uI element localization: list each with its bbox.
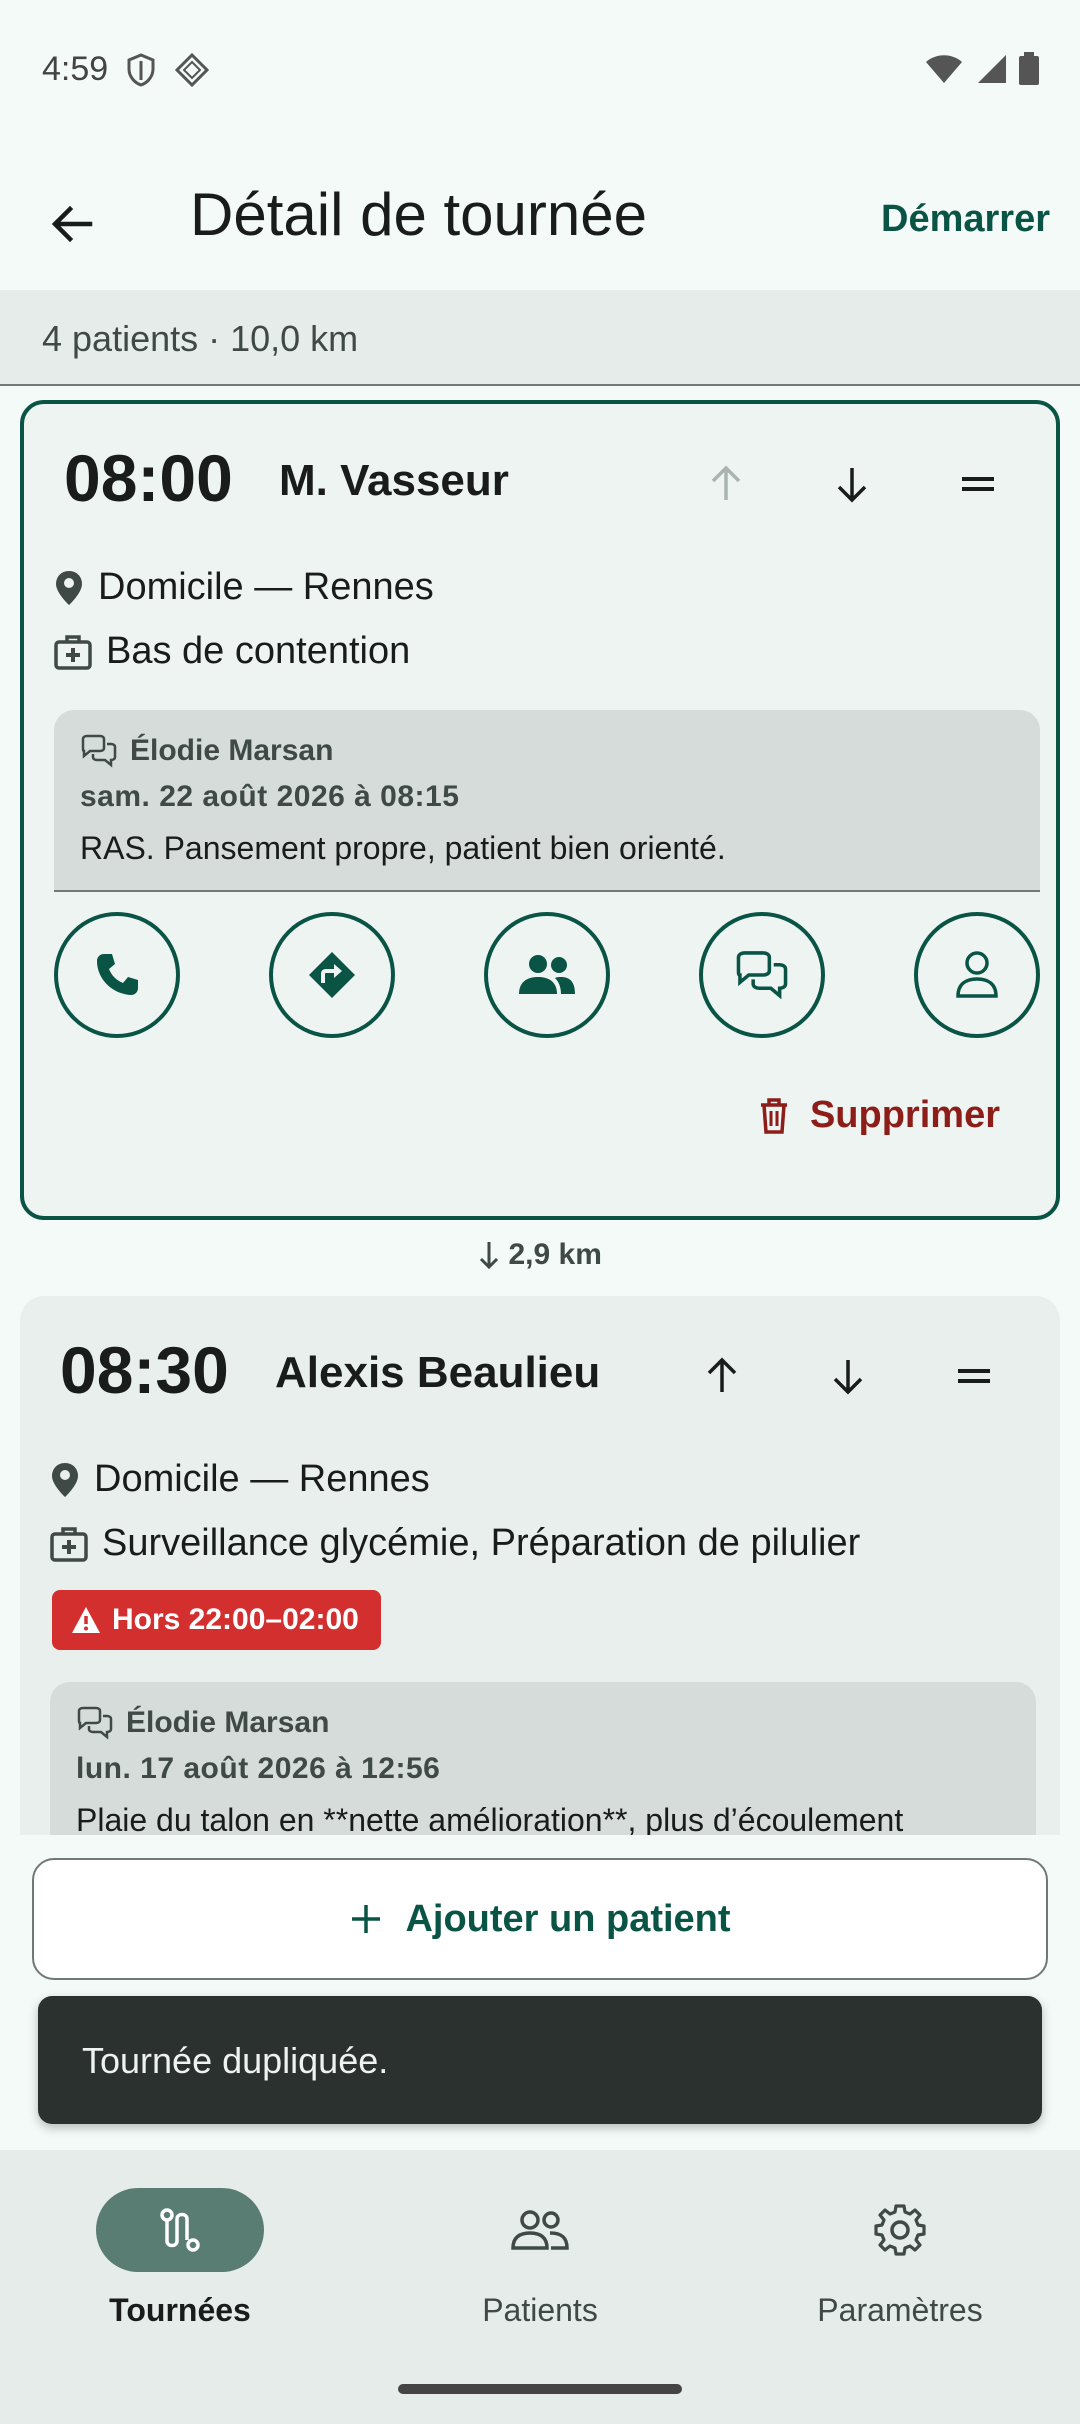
- drag-handle-icon: [958, 1369, 990, 1383]
- notes-button[interactable]: [699, 912, 825, 1038]
- note-date: sam. 22 août 2026 à 08:15: [80, 780, 460, 813]
- last-note: Élodie Marsan sam. 22 août 2026 à 08:15 …: [54, 710, 1040, 892]
- call-button[interactable]: [54, 912, 180, 1038]
- medical-bag-icon: [50, 1526, 88, 1562]
- person-icon: [956, 951, 998, 998]
- time-window-warning-badge: Hors 22:00–02:00: [52, 1590, 381, 1650]
- arrow-back-icon: [51, 205, 93, 243]
- patient-name: M. Vasseur: [279, 456, 509, 505]
- patient-name: Alexis Beaulieu: [275, 1348, 601, 1397]
- nav-item-parametres[interactable]: Paramètres: [720, 2188, 1080, 2348]
- warning-icon: [72, 1607, 100, 1633]
- visit-card[interactable]: 08:00 M. Vasseur Domicile — Rennes Bas d…: [20, 400, 1060, 1220]
- move-down-button[interactable]: [812, 444, 892, 524]
- move-down-button[interactable]: [808, 1336, 888, 1416]
- app-bar: Détail de tournée Démarrer: [0, 160, 1080, 290]
- diamond-icon: [174, 52, 210, 93]
- plus-icon: [352, 1905, 381, 1933]
- directions-button[interactable]: [269, 912, 395, 1038]
- page-title: Détail de tournée: [190, 181, 647, 248]
- visit-location: Domicile — Rennes: [54, 566, 434, 609]
- tour-summary: 4 patients · 10,0 km: [42, 318, 359, 359]
- arrow-up-icon: [711, 465, 741, 500]
- back-button[interactable]: [36, 188, 108, 260]
- arrow-down-icon: [480, 1242, 499, 1270]
- family-contacts-button[interactable]: [484, 912, 610, 1038]
- action-row: [54, 912, 1040, 1042]
- last-note: Élodie Marsan lun. 17 août 2026 à 12:56 …: [50, 1682, 1036, 1835]
- note-author: Élodie Marsan: [130, 734, 334, 767]
- location-pin-icon: [52, 1462, 78, 1497]
- chat-bubbles-icon: [736, 951, 788, 1000]
- drag-handle[interactable]: [938, 444, 1018, 524]
- summary-bar: 4 patients · 10,0 km: [0, 290, 1080, 386]
- nav-label: Paramètres: [817, 2292, 983, 2328]
- visit-card[interactable]: 08:30 Alexis Beaulieu Domicile — Rennes …: [20, 1296, 1060, 1835]
- distance-text: 2,9 km: [508, 1238, 602, 1271]
- chat-bubbles-icon: [81, 734, 117, 768]
- move-up-button[interactable]: [682, 1336, 762, 1416]
- note-text: Plaie du talon en **nette amélioration**…: [76, 1802, 904, 1835]
- chat-bubbles-icon: [77, 1706, 113, 1740]
- nav-label: Tournées: [109, 2292, 251, 2328]
- nav-item-tournees[interactable]: Tournées: [0, 2188, 360, 2348]
- visit-care: Surveillance glycémie, Préparation de pi…: [50, 1522, 860, 1565]
- arrow-up-icon: [707, 1357, 737, 1392]
- arrow-down-icon: [833, 1360, 863, 1395]
- distance-indicator: 2,9 km: [0, 1238, 1080, 1272]
- move-up-button[interactable]: [686, 444, 766, 524]
- delete-button[interactable]: Supprimer: [758, 1094, 1000, 1137]
- group-icon: [511, 2210, 569, 2250]
- route-icon: [160, 2208, 200, 2252]
- snackbar-message: Tournée dupliquée.: [82, 2040, 389, 2081]
- wifi-icon: [924, 53, 964, 90]
- signal-icon: [974, 53, 1008, 90]
- nav-label: Patients: [482, 2292, 598, 2328]
- location-text: Domicile — Rennes: [98, 566, 434, 608]
- phone-icon: [97, 954, 138, 995]
- visit-time: 08:00: [64, 441, 233, 515]
- drag-handle-icon: [962, 477, 994, 491]
- group-icon: [519, 955, 575, 994]
- delete-label: Supprimer: [809, 1094, 1000, 1136]
- care-text: Bas de contention: [106, 630, 411, 672]
- warning-text: Hors 22:00–02:00: [112, 1603, 359, 1636]
- add-patient-button[interactable]: Ajouter un patient: [32, 1858, 1048, 1980]
- battery-icon: [1018, 52, 1040, 91]
- location-pin-icon: [56, 570, 82, 605]
- medical-bag-icon: [54, 634, 92, 670]
- directions-icon: [309, 952, 355, 998]
- snackbar: Tournée dupliquée.: [38, 1996, 1042, 2124]
- add-patient-label: Ajouter un patient: [405, 1897, 731, 1940]
- note-date: lun. 17 août 2026 à 12:56: [76, 1752, 441, 1785]
- status-time: 4:59: [42, 50, 109, 88]
- bottom-navigation: Tournées Patients Paramètres: [0, 2150, 1080, 2424]
- note-text: RAS. Pansement propre, patient bien orie…: [80, 830, 726, 866]
- note-author: Élodie Marsan: [126, 1706, 330, 1739]
- home-indicator[interactable]: [398, 2384, 682, 2394]
- visit-list[interactable]: 08:00 M. Vasseur Domicile — Rennes Bas d…: [0, 388, 1080, 1835]
- patient-profile-button[interactable]: [914, 912, 1040, 1038]
- arrow-down-icon: [837, 468, 867, 503]
- status-bar: 4:59: [0, 0, 1080, 140]
- location-text: Domicile — Rennes: [94, 1458, 430, 1500]
- visit-time: 08:30: [60, 1333, 229, 1407]
- shield-icon: [126, 53, 156, 92]
- visit-care: Bas de contention: [54, 630, 410, 673]
- gear-icon: [874, 2204, 926, 2256]
- drag-handle[interactable]: [934, 1336, 1014, 1416]
- care-text: Surveillance glycémie, Préparation de pi…: [102, 1522, 861, 1564]
- nav-item-patients[interactable]: Patients: [360, 2188, 720, 2348]
- trash-icon: [760, 1097, 787, 1134]
- visit-location: Domicile — Rennes: [50, 1458, 430, 1501]
- start-button[interactable]: Démarrer: [881, 190, 1050, 249]
